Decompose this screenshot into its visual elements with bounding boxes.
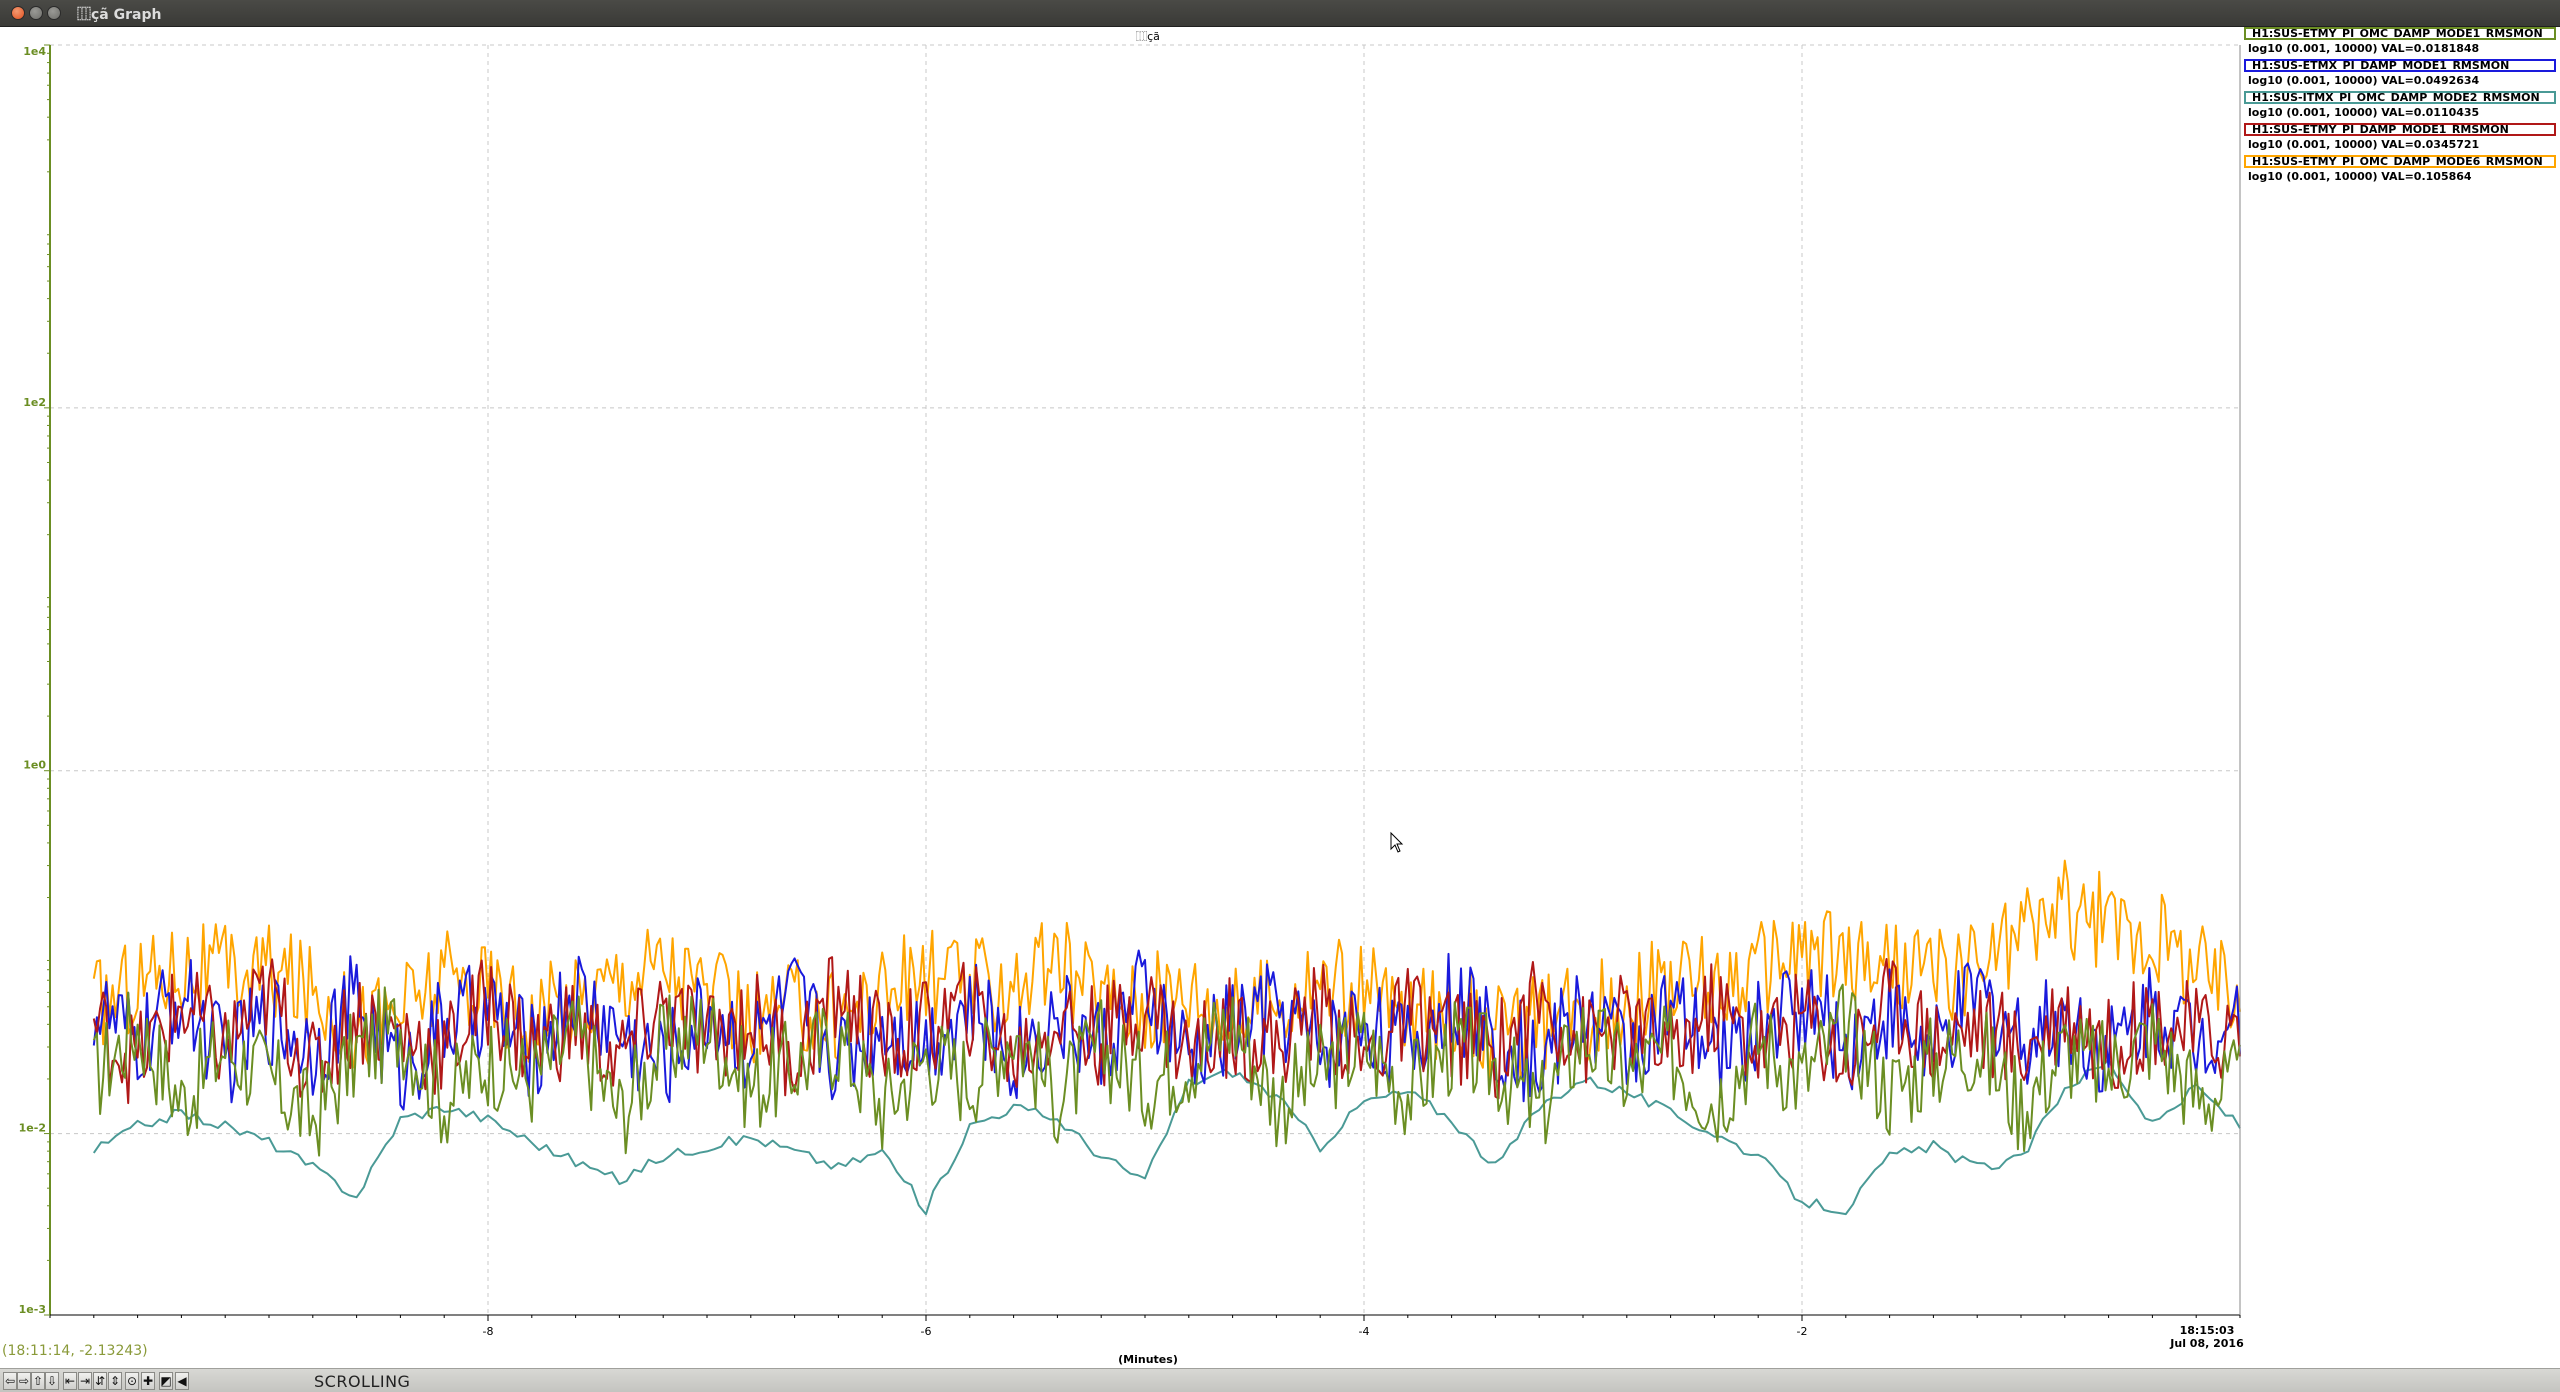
scroll-left-button[interactable]: ⇦ (3, 1372, 17, 1390)
scroll-mode-label: SCROLLING (314, 1372, 411, 1391)
zoom-y-in-button[interactable]: ⇵ (93, 1372, 107, 1390)
window-titlebar: ⿲çã Graph (0, 0, 2560, 27)
y-tick-label: 1e-2 (19, 1122, 46, 1135)
reset-view-button[interactable]: ⊙ (125, 1372, 139, 1390)
legend-channel-name: H1:SUS-ETMY_PI_DAMP_MODE1_RMSMON (2244, 123, 2556, 136)
date-label: Jul 08, 2016 (2169, 1337, 2244, 1350)
legend-channel-name: H1:SUS-ETMY_PI_OMC_DAMP_MODE1_RMSMON (2244, 27, 2556, 40)
x-tick-label: -6 (921, 1325, 932, 1338)
scroll-right-button[interactable]: ⇨ (17, 1372, 31, 1390)
zoom-x-in-button[interactable]: ⇤ (63, 1372, 77, 1390)
zoom-y-out-button[interactable]: ⇕ (108, 1372, 122, 1390)
legend-item[interactable]: H1:SUS-ETMY_PI_OMC_DAMP_MODE1_RMSMON log1… (2244, 27, 2556, 59)
zoom-x-out-button[interactable]: ⇥ (78, 1372, 92, 1390)
maximize-window-button[interactable] (47, 6, 61, 20)
legend-channel-info: log10 (0.001, 10000) VAL=0.0110435 (2248, 106, 2480, 119)
x-tick-label: -2 (1797, 1325, 1808, 1338)
x-tick-label: -4 (1359, 1325, 1370, 1338)
plot-title: ⿲çã (1136, 30, 1160, 43)
x-axis-label: (Minutes) (1118, 1353, 1178, 1366)
legend-channel-info: log10 (0.001, 10000) VAL=0.105864 (2248, 170, 2472, 183)
legend-item[interactable]: H1:SUS-ETMY_PI_OMC_DAMP_MODE6_RMSMON log1… (2244, 155, 2556, 187)
coordinate-readout: (18:11:14, -2.13243) (2, 1343, 148, 1359)
time-label: 18:15:03 (2180, 1324, 2235, 1337)
y-tick-label: 1e4 (23, 45, 46, 58)
legend-channel-name: H1:SUS-ETMY_PI_OMC_DAMP_MODE6_RMSMON (2244, 155, 2556, 168)
scroll-up-button[interactable]: ⇧ (31, 1372, 45, 1390)
toolbar: ⇦ ⇨ ⇧ ⇩ ⇤ ⇥ ⇵ ⇕ ⊙ ✚ ◩ ◀ SCROLLING (0, 1368, 2560, 1392)
x-tick-label: -8 (483, 1325, 494, 1338)
y-tick-label: 1e2 (23, 396, 46, 409)
y-tick-label: 1e0 (23, 759, 46, 772)
legend-item[interactable]: H1:SUS-ETMY_PI_DAMP_MODE1_RMSMON log10 (0… (2244, 123, 2556, 155)
play-button[interactable]: ◀ (175, 1372, 189, 1390)
window-title: ⿲çã Graph (77, 7, 162, 23)
legend-item[interactable]: H1:SUS-ITMX_PI_OMC_DAMP_MODE2_RMSMON log1… (2244, 91, 2556, 123)
legend-channel-name: H1:SUS-ETMX_PI_DAMP_MODE1_RMSMON (2244, 59, 2556, 72)
strip-chart[interactable]: -8 -6 -4 -21e-31e-21e01e21e4 ⿲çã (Minutes) … (0, 27, 2560, 1368)
legend-channel-info: log10 (0.001, 10000) VAL=0.0181848 (2248, 42, 2480, 55)
scroll-down-button[interactable]: ⇩ (45, 1372, 59, 1390)
legend-channel-name: H1:SUS-ITMX_PI_OMC_DAMP_MODE2_RMSMON (2244, 91, 2556, 104)
graph-mode-button[interactable]: ◩ (159, 1372, 173, 1390)
y-tick-label: 1e-3 (19, 1303, 46, 1316)
legend: H1:SUS-ETMY_PI_OMC_DAMP_MODE1_RMSMON log1… (2244, 27, 2556, 187)
add-trace-button[interactable]: ✚ (141, 1372, 155, 1390)
legend-channel-info: log10 (0.001, 10000) VAL=0.0492634 (2248, 74, 2480, 87)
legend-channel-info: log10 (0.001, 10000) VAL=0.0345721 (2248, 138, 2480, 151)
minimize-window-button[interactable] (29, 6, 43, 20)
legend-item[interactable]: H1:SUS-ETMX_PI_DAMP_MODE1_RMSMON log10 (0… (2244, 59, 2556, 91)
close-window-button[interactable] (11, 6, 25, 20)
